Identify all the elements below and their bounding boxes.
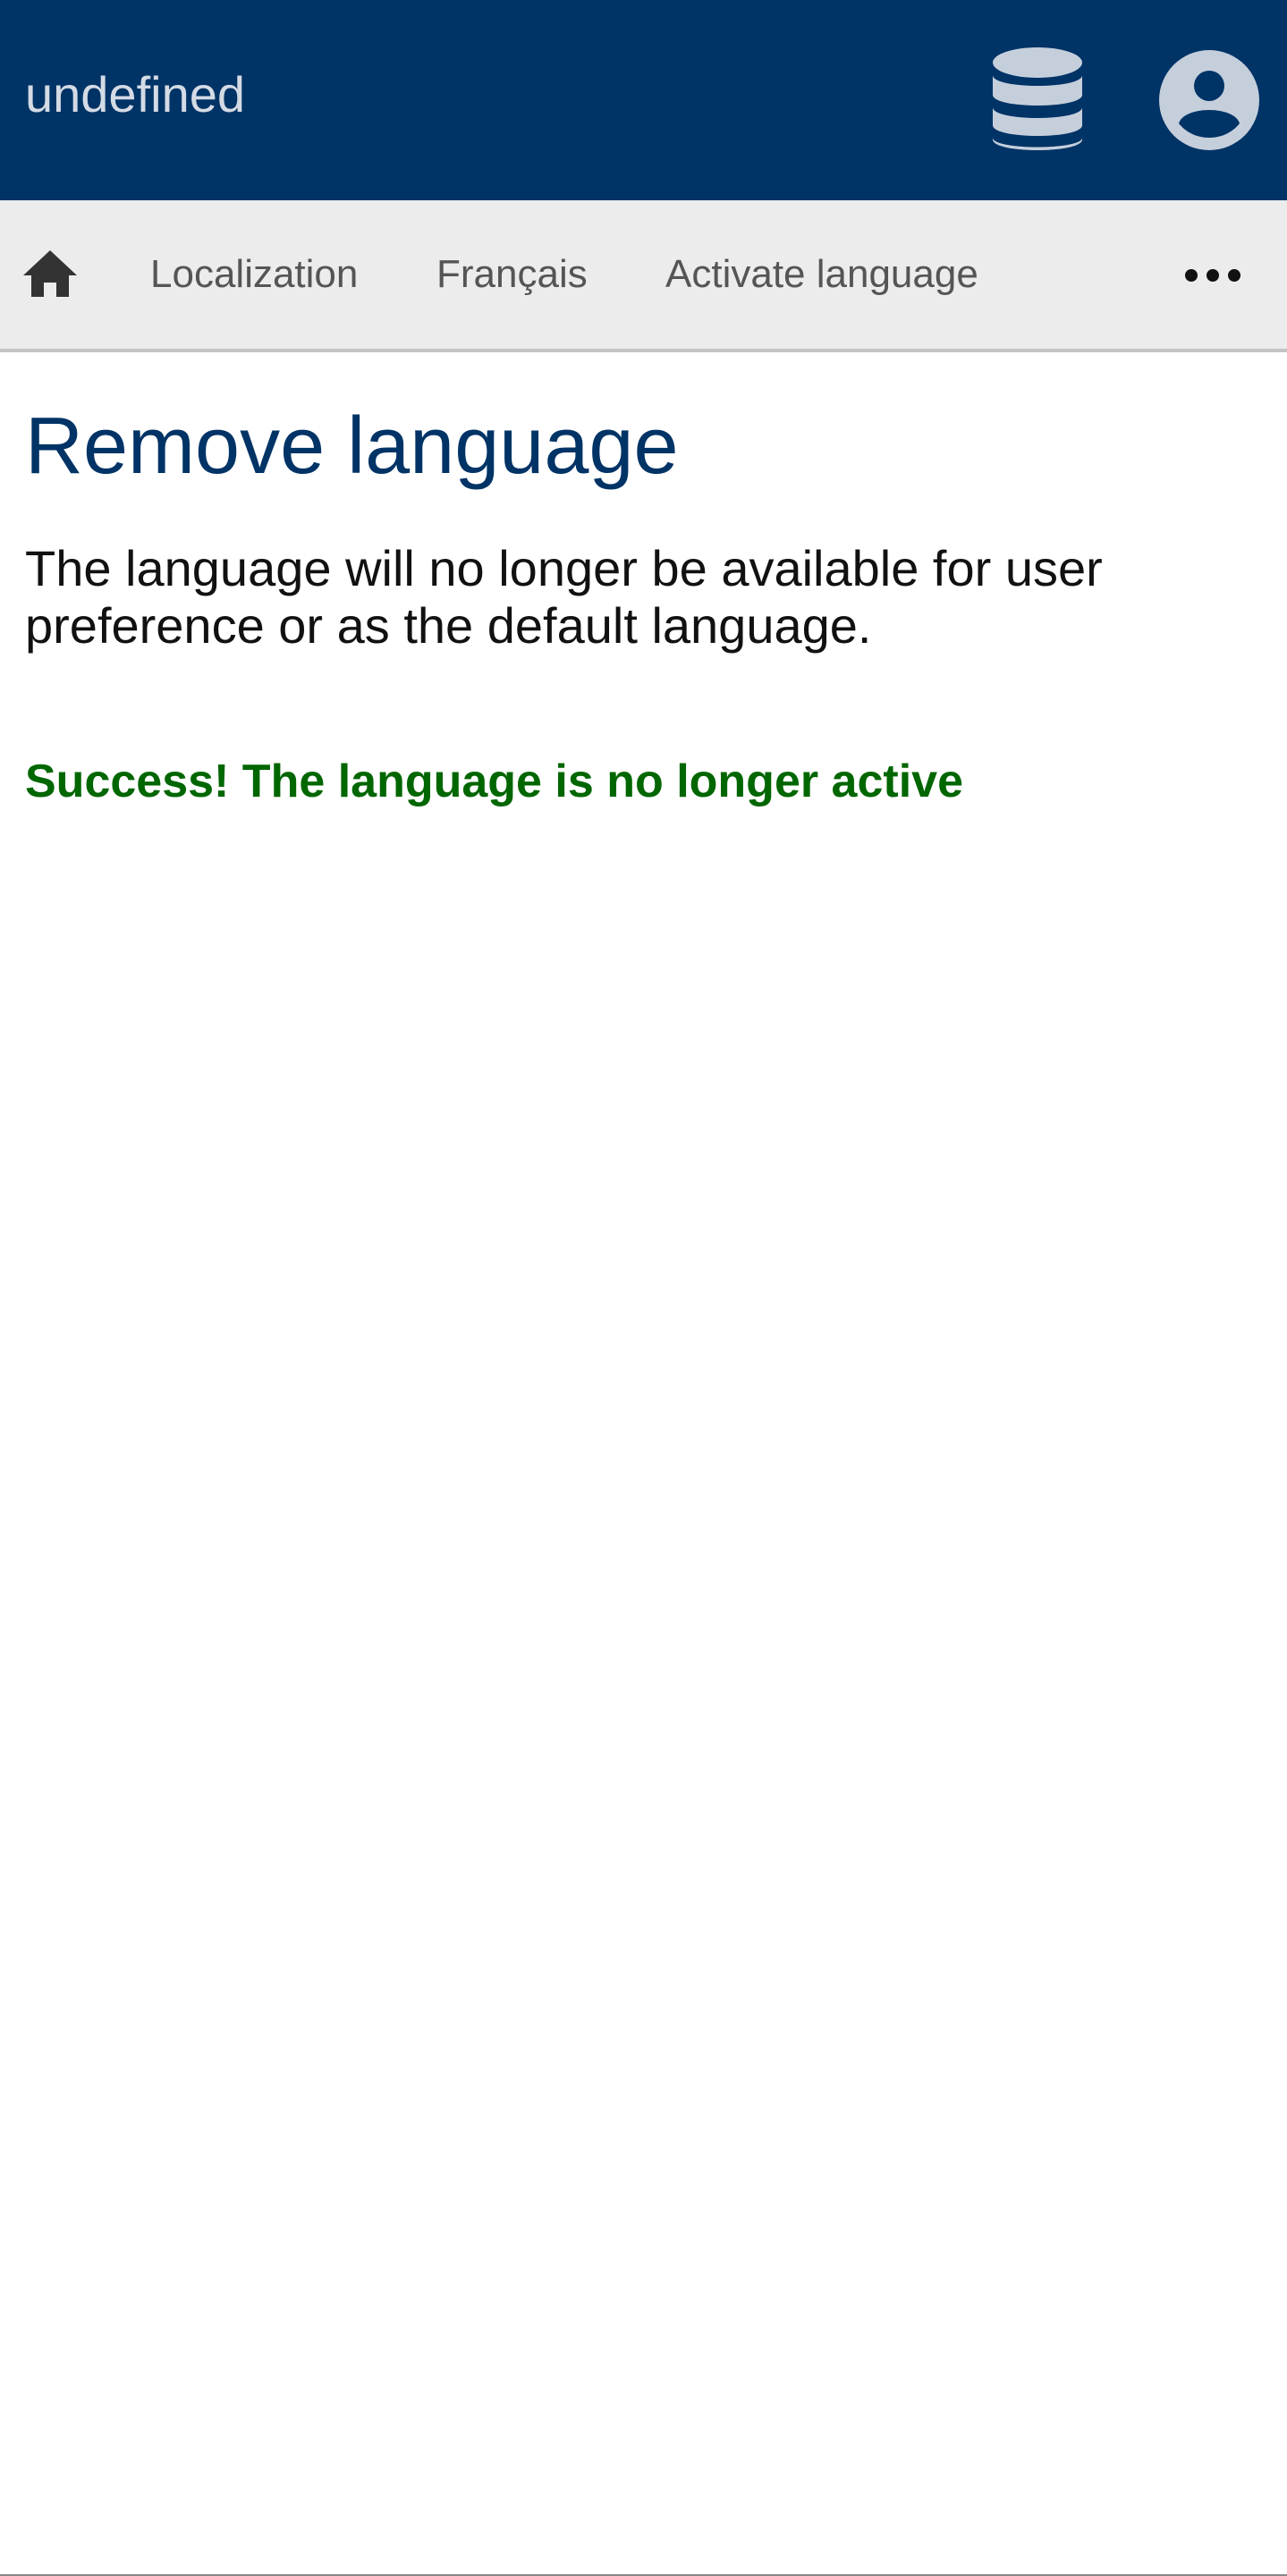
- success-message: Success! The language is no longer activ…: [25, 756, 963, 807]
- home-link[interactable]: [20, 245, 80, 304]
- breadcrumb-item-localization[interactable]: Localization: [150, 250, 358, 299]
- top-app-bar: undefined: [0, 0, 1287, 200]
- user-account-button[interactable]: [1157, 48, 1261, 152]
- database-icon: [993, 47, 1082, 150]
- user-circle-icon: [1159, 50, 1259, 150]
- database-button[interactable]: [984, 45, 1091, 156]
- page-title: Remove language: [25, 401, 679, 491]
- breadcrumb: Localization Français Activate language: [0, 200, 1287, 352]
- breadcrumb-item-activate-language[interactable]: Activate language: [665, 250, 978, 299]
- app-title: undefined: [25, 66, 246, 122]
- more-horizontal-icon: [1185, 269, 1240, 282]
- breadcrumb-item-francais[interactable]: Français: [436, 250, 588, 299]
- page-description: The language will no longer be available…: [25, 540, 1103, 654]
- more-menu-button[interactable]: [1179, 245, 1247, 304]
- home-icon: [23, 250, 77, 297]
